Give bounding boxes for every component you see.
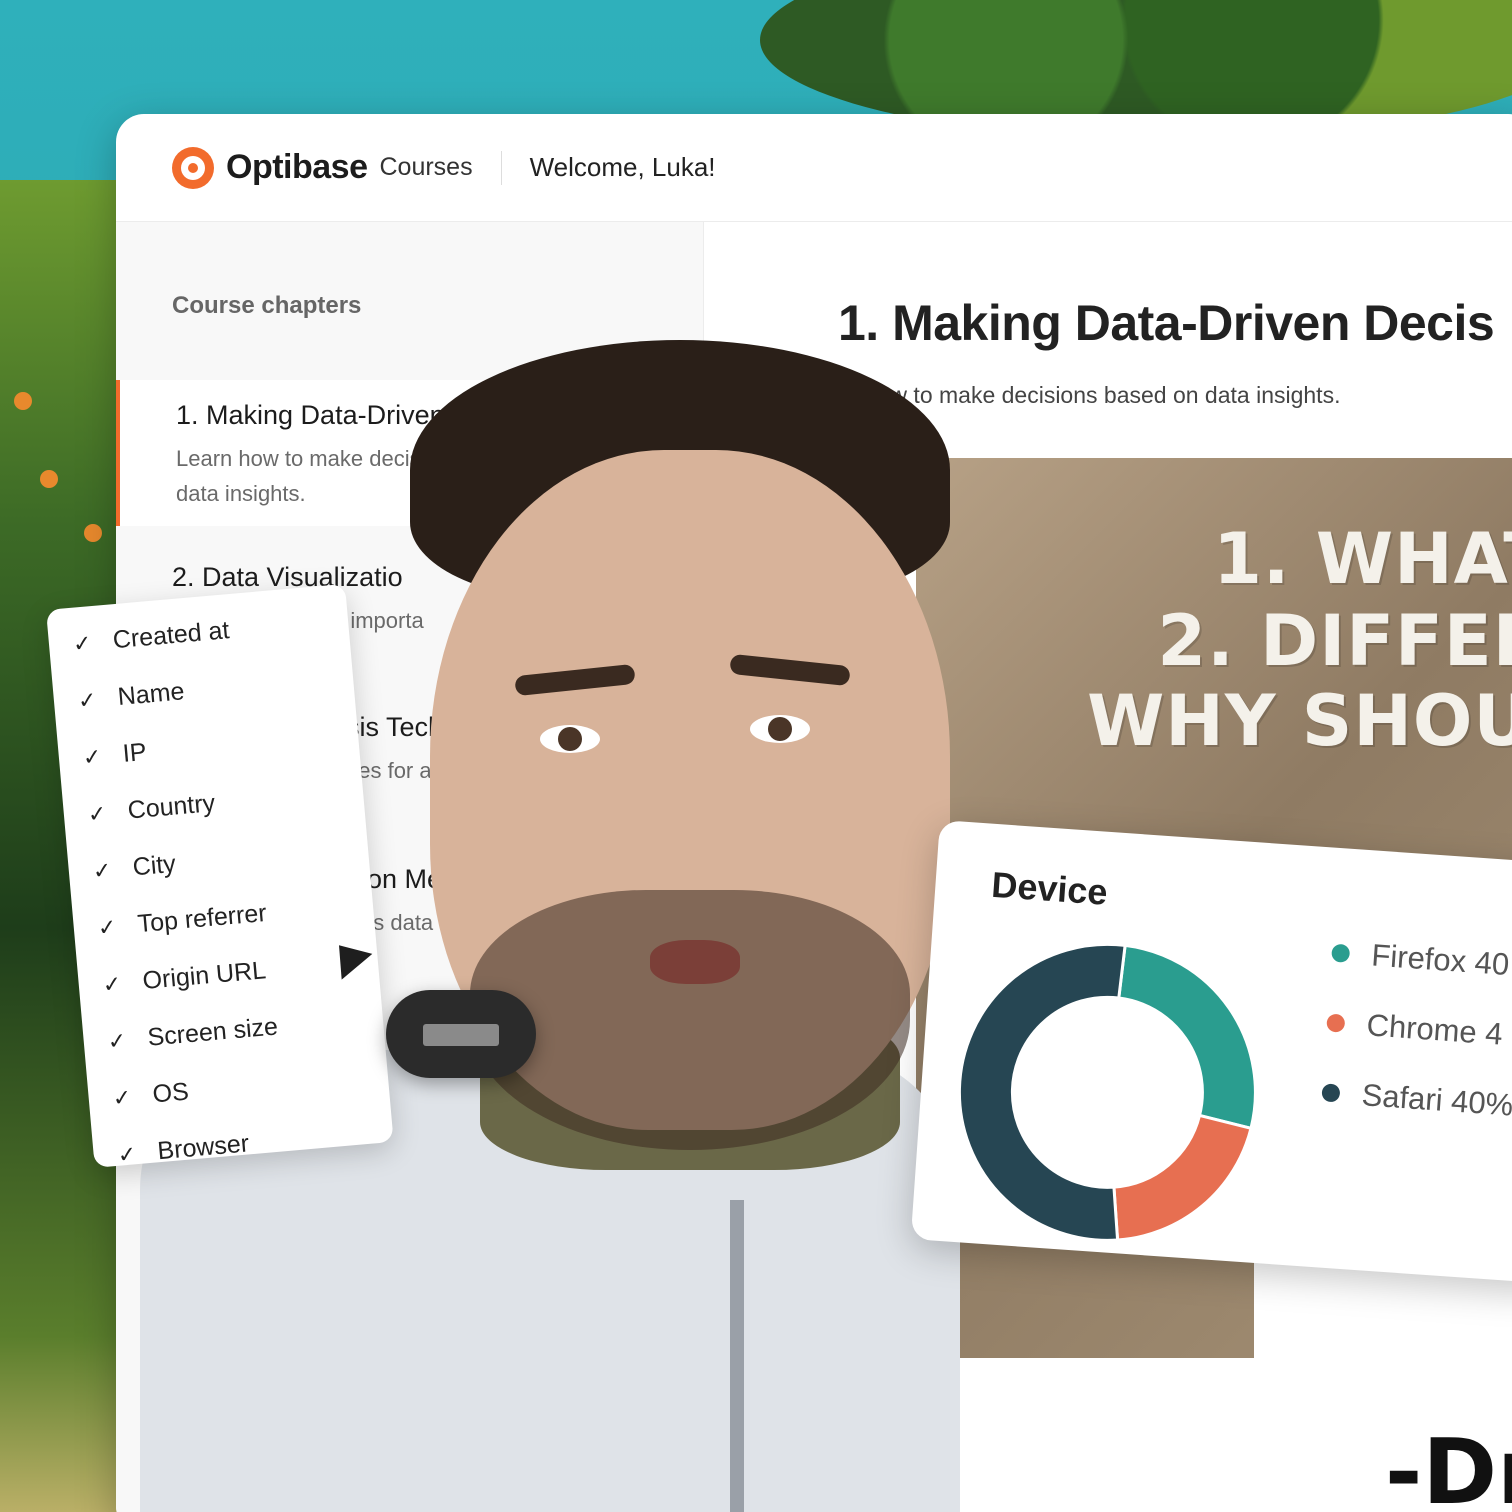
- legend-dot-icon: [1331, 943, 1351, 963]
- presenter-eye: [540, 725, 600, 753]
- top-bar: Optibase Courses Welcome, Luka!: [116, 114, 1512, 222]
- checkmark-icon: ✓: [81, 743, 103, 770]
- brand-subtitle: Courses: [379, 153, 473, 181]
- welcome-message: Welcome, Luka!: [529, 152, 716, 182]
- legend-item: Firefox 40: [1329, 918, 1512, 1001]
- video-caption-line: 1. WHAT IS: [1213, 518, 1512, 600]
- topbar-divider: [500, 150, 502, 185]
- column-toggle-label: OS: [151, 1077, 190, 1109]
- checkmark-icon: ✓: [71, 629, 93, 657]
- checkmark-icon: ✓: [111, 1083, 133, 1111]
- jacket-zipper: [730, 1200, 744, 1512]
- minimize-icon: [423, 1024, 499, 1046]
- lower-heading: -Dri: [1385, 1420, 1512, 1512]
- checkmark-icon: ✓: [91, 856, 113, 884]
- legend-dot-icon: [1326, 1013, 1346, 1033]
- presenter-beard: [470, 890, 910, 1150]
- column-toggle-label: Country: [126, 789, 217, 825]
- orange-fruit: [84, 524, 102, 542]
- device-donut-chart: [949, 934, 1265, 1249]
- legend-label: Chrome 4: [1365, 1007, 1504, 1052]
- column-toggle-label: Created at: [111, 616, 231, 655]
- sidebar-title: Course chapters: [172, 292, 362, 319]
- legend-dot-icon: [1321, 1083, 1341, 1103]
- device-chart-card: Device Firefox 40 Chrome 4 Safari 40%: [910, 820, 1512, 1284]
- checkmark-icon: ✓: [106, 1027, 128, 1054]
- column-toggle-label: Browser: [156, 1129, 251, 1166]
- recording-pill-button[interactable]: [386, 990, 536, 1078]
- chart-legend: Firefox 40 Chrome 4 Safari 40%: [1319, 918, 1512, 1141]
- column-toggle-label: IP: [121, 737, 148, 768]
- checkmark-icon: ✓: [116, 1140, 138, 1168]
- video-caption-line: 2. DIFFEREN: [1157, 600, 1512, 682]
- checkmark-icon: ✓: [86, 800, 108, 827]
- video-caption-line: WHY SHOULD: [1087, 680, 1512, 762]
- checkmark-icon: ✓: [101, 970, 123, 997]
- chart-title: Device: [990, 863, 1109, 913]
- legend-item: Chrome 4: [1324, 988, 1512, 1071]
- orange-fruit: [14, 392, 32, 410]
- donut-slice-safari[interactable]: [949, 934, 1138, 1242]
- checkmark-icon: ✓: [96, 913, 118, 941]
- presenter-mouth: [650, 940, 740, 984]
- column-visibility-menu: ✓ Created at ✓ Name ✓ IP ✓ Country ✓ City ✓ Top ref…: [46, 583, 394, 1168]
- orange-fruit: [40, 470, 58, 488]
- column-toggle-label: City: [131, 849, 177, 882]
- presenter-eye: [750, 715, 810, 743]
- checkmark-icon: ✓: [76, 686, 98, 714]
- column-toggle-label: Screen size: [146, 1012, 280, 1052]
- column-toggle-label: Name: [116, 677, 186, 712]
- legend-item: Safari 40%: [1319, 1057, 1512, 1140]
- legend-label: Safari 40%: [1360, 1077, 1512, 1123]
- column-toggle-label: Top referrer: [136, 898, 268, 939]
- brand-name[interactable]: Optibase: [226, 148, 368, 187]
- legend-label: Firefox 40: [1370, 937, 1511, 983]
- optibase-logo-icon[interactable]: [172, 146, 214, 189]
- column-toggle-label: Origin URL: [141, 956, 268, 995]
- donut-slice-chrome[interactable]: [1110, 1110, 1253, 1249]
- donut-slice-firefox[interactable]: [1110, 943, 1265, 1131]
